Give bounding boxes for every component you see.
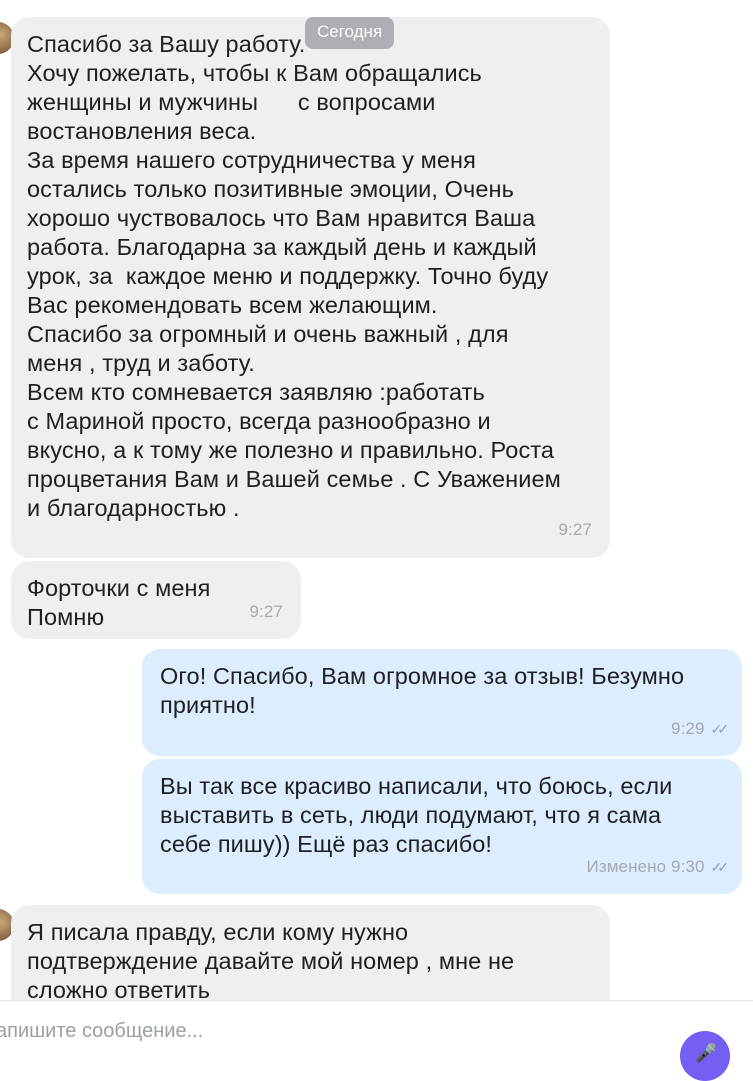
message-bubble-incoming[interactable]: Спасибо за Вашу работу. Хочу пожелать, ч… [11,17,610,558]
chat-history[interactable]: Спасибо за Вашу работу. Хочу пожелать, ч… [0,0,753,1000]
message-bubble-incoming[interactable]: Я писала правду, если кому нужно подтвер… [11,905,610,1000]
message-bubble-outgoing[interactable]: Вы так все красиво написали, что боюсь, … [142,759,742,894]
date-separator: Сегодня [305,17,395,49]
message-time: 9:30 [671,857,705,876]
message-meta: 9:27 [559,515,593,544]
microphone-icon: 🎤 [695,1043,718,1063]
message-time: 9:29 [671,719,705,738]
message-meta: 9:27 [250,597,284,626]
message-meta: 9:29 ✓✓ [671,714,730,744]
message-bubble-outgoing[interactable]: Ого! Спасибо, Вам огромное за отзыв! Без… [142,649,742,756]
message-meta: Изменено 9:30 ✓✓ [586,852,730,882]
message-text: Я писала правду, если кому нужно подтвер… [27,919,515,1000]
message-text: Спасибо за Вашу работу. Хочу пожелать, ч… [27,31,561,521]
message-text: Вы так все красиво написали, что боюсь, … [160,773,673,857]
message-time: 9:27 [249,602,283,621]
message-time: 9:27 [558,520,592,539]
message-text: Форточки с меня Помню [27,575,211,630]
message-composer: 🎤 [0,1000,753,1081]
voice-message-button[interactable]: 🎤 [680,1031,730,1081]
double-check-icon: ✓✓ [710,859,730,875]
message-bubble-incoming[interactable]: Форточки с меня Помню 9:27 [11,561,301,639]
message-text: Ого! Спасибо, Вам огромное за отзыв! Без… [160,663,685,718]
edited-label: Изменено [586,857,667,876]
double-check-icon: ✓✓ [710,721,730,737]
message-input[interactable] [0,1015,638,1047]
